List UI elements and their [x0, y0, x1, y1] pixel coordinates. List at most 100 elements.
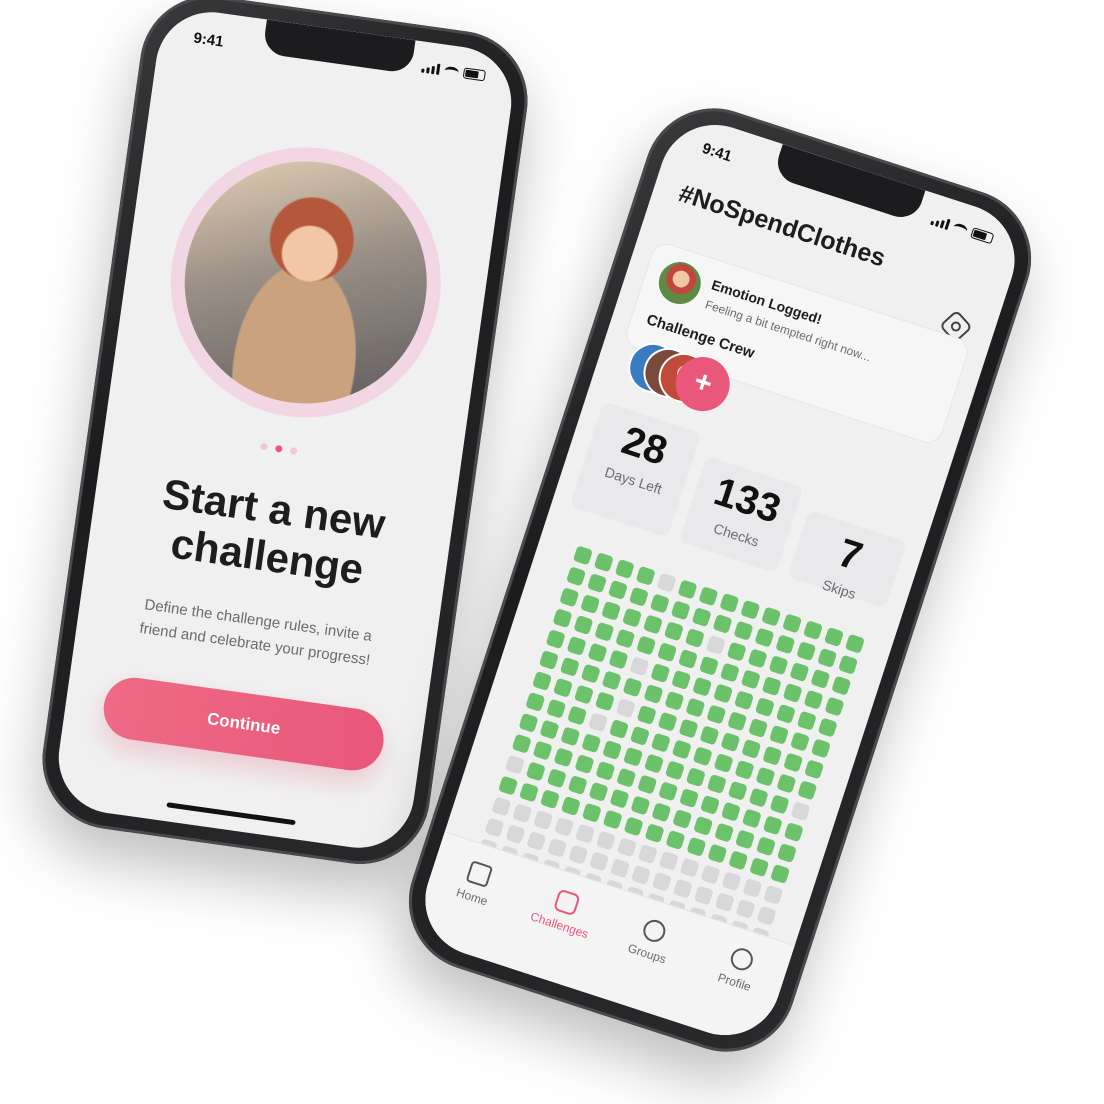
check-cell-done[interactable]	[706, 773, 727, 795]
check-cell-done[interactable]	[768, 655, 789, 676]
check-cell-done[interactable]	[692, 676, 713, 697]
check-cell-done[interactable]	[588, 781, 609, 802]
check-cell-done[interactable]	[650, 732, 671, 753]
check-cell-done[interactable]	[824, 696, 845, 717]
check-cell-empty[interactable]	[656, 572, 677, 593]
check-cell-done[interactable]	[707, 843, 728, 864]
check-cell-done[interactable]	[636, 635, 657, 656]
check-cell-done[interactable]	[796, 710, 817, 731]
check-cell-done[interactable]	[642, 614, 664, 635]
tab-groups[interactable]: Groups	[611, 910, 691, 972]
check-cell-done[interactable]	[573, 614, 594, 636]
check-cell-done[interactable]	[734, 759, 755, 780]
check-cell-done[interactable]	[539, 719, 560, 740]
check-cell-done[interactable]	[587, 642, 608, 663]
check-cell-done[interactable]	[601, 600, 622, 621]
check-cell-empty[interactable]	[700, 864, 721, 885]
check-cell-done[interactable]	[797, 780, 818, 801]
check-cell-done[interactable]	[546, 698, 567, 719]
check-cell-done[interactable]	[685, 697, 706, 718]
check-cell-done[interactable]	[665, 829, 686, 851]
check-cell-done[interactable]	[553, 747, 574, 768]
check-cell-done[interactable]	[602, 739, 623, 761]
check-cell-done[interactable]	[720, 732, 741, 753]
check-cell-done[interactable]	[740, 599, 761, 620]
check-cell-done[interactable]	[782, 682, 803, 704]
check-cell-done[interactable]	[706, 704, 727, 725]
check-cell-empty[interactable]	[651, 871, 672, 892]
check-cell-done[interactable]	[615, 628, 636, 649]
check-cell-done[interactable]	[552, 677, 574, 698]
check-cell-empty[interactable]	[790, 801, 811, 822]
check-cell-done[interactable]	[691, 607, 712, 628]
check-cell-done[interactable]	[789, 661, 810, 683]
check-cell-done[interactable]	[748, 787, 769, 808]
check-cell-done[interactable]	[684, 627, 705, 649]
check-cell-done[interactable]	[776, 842, 797, 864]
check-cell-done[interactable]	[532, 740, 553, 761]
check-cell-done[interactable]	[546, 768, 567, 789]
check-cell-done[interactable]	[498, 775, 519, 796]
check-cell-done[interactable]	[608, 649, 629, 670]
check-cell-done[interactable]	[783, 822, 804, 843]
check-cell-done[interactable]	[719, 592, 740, 614]
check-cell-done[interactable]	[749, 857, 770, 878]
check-cell-empty[interactable]	[589, 851, 610, 872]
check-cell-done[interactable]	[831, 675, 852, 696]
check-cell-done[interactable]	[518, 712, 539, 733]
check-cell-done[interactable]	[616, 767, 637, 788]
check-cell-done[interactable]	[663, 621, 684, 642]
check-cell-empty[interactable]	[504, 754, 525, 775]
check-cell-done[interactable]	[650, 663, 671, 684]
check-cell-done[interactable]	[518, 782, 540, 803]
check-cell-done[interactable]	[678, 718, 699, 739]
check-cell-done[interactable]	[804, 759, 825, 780]
check-cell-done[interactable]	[748, 717, 769, 739]
check-cell-done[interactable]	[698, 586, 719, 607]
tab-home[interactable]: Home	[436, 853, 516, 915]
check-cell-done[interactable]	[719, 662, 740, 683]
check-cell-empty[interactable]	[742, 878, 763, 899]
check-cell-done[interactable]	[762, 815, 783, 836]
check-cell-done[interactable]	[607, 579, 629, 601]
check-cell-done[interactable]	[580, 663, 601, 684]
check-cell-done[interactable]	[643, 753, 665, 774]
check-cell-done[interactable]	[823, 626, 845, 648]
check-cell-done[interactable]	[595, 760, 616, 782]
check-cell-done[interactable]	[567, 705, 588, 726]
check-cell-empty[interactable]	[587, 712, 609, 733]
check-cell-empty[interactable]	[484, 817, 505, 838]
check-cell-done[interactable]	[761, 676, 782, 697]
check-cell-done[interactable]	[727, 780, 748, 801]
check-cell-done[interactable]	[566, 566, 587, 587]
check-cell-done[interactable]	[803, 689, 824, 710]
check-cell-done[interactable]	[761, 606, 782, 627]
check-cell-done[interactable]	[658, 781, 679, 802]
check-cell-empty[interactable]	[595, 830, 616, 851]
check-cell-done[interactable]	[802, 620, 824, 641]
check-cell-done[interactable]	[630, 795, 651, 816]
check-cell-empty[interactable]	[693, 885, 714, 906]
check-cell-done[interactable]	[511, 733, 532, 754]
check-cell-done[interactable]	[768, 724, 790, 745]
check-cell-done[interactable]	[643, 683, 664, 705]
check-cell-done[interactable]	[664, 760, 686, 781]
check-cell-empty[interactable]	[533, 810, 554, 831]
check-cell-done[interactable]	[581, 733, 602, 754]
check-cell-done[interactable]	[677, 648, 699, 670]
check-cell-done[interactable]	[733, 690, 755, 711]
check-cell-done[interactable]	[560, 726, 581, 747]
emotion-notification[interactable]: Emotion Logged! Feeling a bit tempted ri…	[622, 239, 972, 447]
check-cell-empty[interactable]	[763, 884, 784, 905]
check-cell-done[interactable]	[810, 668, 831, 689]
tab-challenges[interactable]: Challenges	[524, 881, 604, 943]
check-cell-empty[interactable]	[629, 656, 650, 677]
check-cell-done[interactable]	[559, 587, 580, 608]
check-cell-done[interactable]	[775, 634, 796, 655]
check-cell-done[interactable]	[649, 593, 670, 614]
check-cell-done[interactable]	[567, 774, 588, 796]
check-cell-done[interactable]	[525, 761, 546, 782]
check-cell-done[interactable]	[754, 697, 776, 718]
check-cell-done[interactable]	[817, 647, 838, 669]
check-cell-done[interactable]	[664, 690, 685, 711]
